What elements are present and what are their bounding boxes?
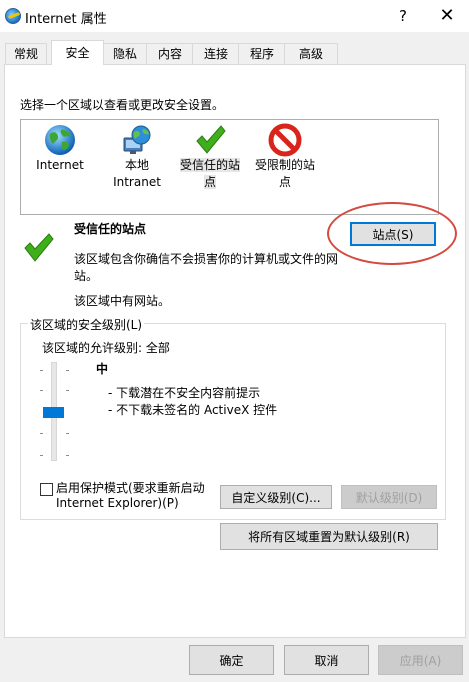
- slider-tick: [40, 433, 43, 434]
- tab-advanced[interactable]: 高级: [284, 43, 338, 64]
- zone-local-intranet[interactable]: 本地 Intranet: [106, 123, 168, 191]
- zone-label-line2: Intranet: [113, 175, 161, 189]
- protected-mode-checkbox[interactable]: [40, 483, 53, 496]
- security-level-name: 中: [96, 362, 109, 376]
- close-button[interactable]: ✕: [435, 5, 459, 27]
- slider-tick: [40, 390, 43, 391]
- zone-title: 受信任的站点: [74, 222, 147, 236]
- annotation-ellipse: [327, 202, 457, 265]
- reset-all-zones-button[interactable]: 将所有区域重置为默认级别(R): [220, 523, 438, 550]
- security-level-group-title: 该区域的安全级别(L): [28, 316, 145, 333]
- internet-options-icon: [5, 8, 21, 24]
- zone-internet[interactable]: Internet: [29, 123, 91, 174]
- checkmark-icon: [196, 125, 226, 154]
- custom-level-button[interactable]: 自定义级别(C)...: [220, 485, 332, 509]
- slider-tick: [66, 455, 69, 456]
- default-level-button[interactable]: 默认级别(D): [341, 485, 437, 509]
- apply-button[interactable]: 应用(A): [378, 645, 463, 675]
- slider-tick: [40, 370, 43, 371]
- zone-label-line2: 点: [203, 175, 216, 189]
- zone-description-line1: 该区域包含你确信不会损害你的计算机或文件的网: [74, 252, 339, 266]
- restricted-icon: [268, 123, 302, 157]
- zone-label: 受限制的站: [254, 158, 315, 172]
- tab-general[interactable]: 常规: [5, 43, 47, 64]
- slider-tick: [40, 455, 43, 456]
- cancel-button[interactable]: 取消: [284, 645, 369, 675]
- zone-list[interactable]: Internet 本地 Intranet 受信任的站 点 受限制的站 点: [20, 119, 439, 215]
- zone-sites-status: 该区域中有网站。: [74, 294, 171, 308]
- zone-label: 本地: [124, 158, 149, 172]
- zone-description-line2: 站。: [74, 269, 99, 283]
- tab-privacy[interactable]: 隐私: [102, 43, 148, 64]
- ok-button[interactable]: 确定: [189, 645, 274, 675]
- zone-label: 受信任的站: [179, 158, 240, 172]
- window-title: Internet 属性: [25, 12, 107, 27]
- tab-content[interactable]: 内容: [146, 43, 194, 64]
- security-level-bullet: - 不下载未签名的 ActiveX 控件: [108, 403, 278, 417]
- local-intranet-icon: [123, 125, 151, 154]
- allowed-levels-label: 该区域的允许级别: 全部: [42, 341, 170, 355]
- tab-security[interactable]: 安全: [51, 40, 104, 65]
- help-button[interactable]: ?: [391, 5, 415, 27]
- zone-label-line2: 点: [278, 175, 291, 189]
- zone-label: Internet: [36, 158, 84, 172]
- globe-icon: [45, 125, 75, 155]
- zone-restricted-sites[interactable]: 受限制的站 点: [251, 123, 319, 191]
- tab-connections[interactable]: 连接: [192, 43, 240, 64]
- select-zone-label: 选择一个区域以查看或更改安全设置。: [20, 98, 225, 112]
- slider-tick: [66, 390, 69, 391]
- security-level-bullet: - 下载潜在不安全内容前提示: [108, 386, 261, 400]
- slider-tick: [66, 433, 69, 434]
- zone-trusted-sites[interactable]: 受信任的站 点: [176, 123, 244, 191]
- protected-mode-label-line2: Internet Explorer)(P): [56, 496, 179, 510]
- trusted-sites-check-icon: [24, 233, 54, 262]
- security-level-slider-thumb[interactable]: [43, 407, 64, 418]
- protected-mode-label: 启用保护模式(要求重新启动: [56, 481, 205, 495]
- title-bar: Internet 属性 ? ✕: [0, 0, 469, 32]
- slider-tick: [66, 370, 69, 371]
- tab-programs[interactable]: 程序: [238, 43, 286, 64]
